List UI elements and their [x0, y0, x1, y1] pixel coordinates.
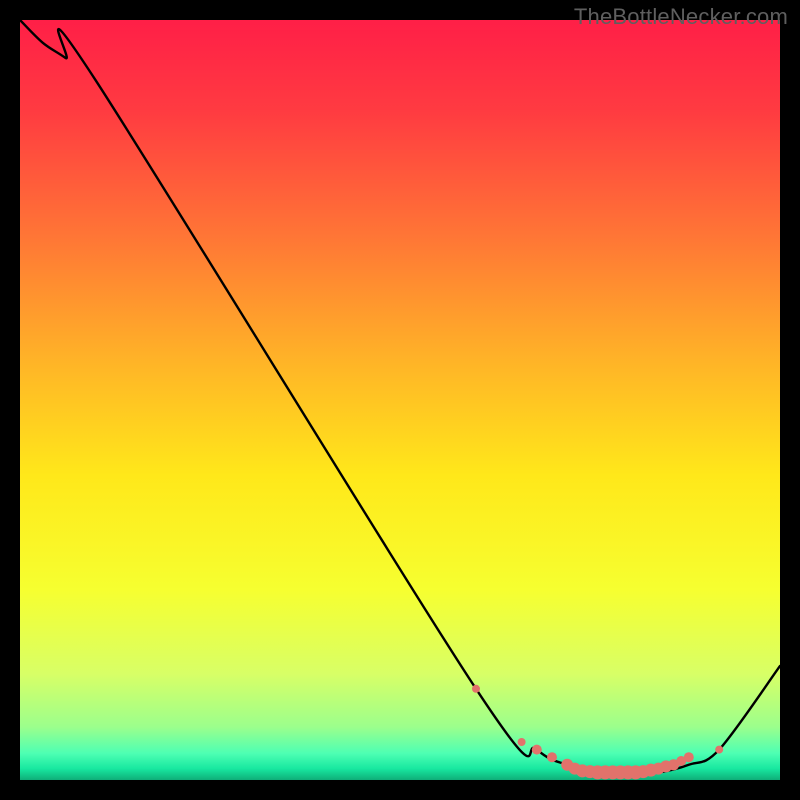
- plot-svg: [20, 20, 780, 780]
- highlight-marker: [547, 752, 557, 762]
- chart-frame: TheBottleNecker.com: [0, 0, 800, 800]
- plot-area: [20, 20, 780, 780]
- watermark-text: TheBottleNecker.com: [574, 4, 788, 30]
- highlight-marker: [472, 685, 480, 693]
- highlight-marker: [684, 752, 694, 762]
- gradient-background: [20, 20, 780, 780]
- highlight-marker: [518, 738, 526, 746]
- highlight-marker: [532, 745, 542, 755]
- highlight-marker: [715, 746, 723, 754]
